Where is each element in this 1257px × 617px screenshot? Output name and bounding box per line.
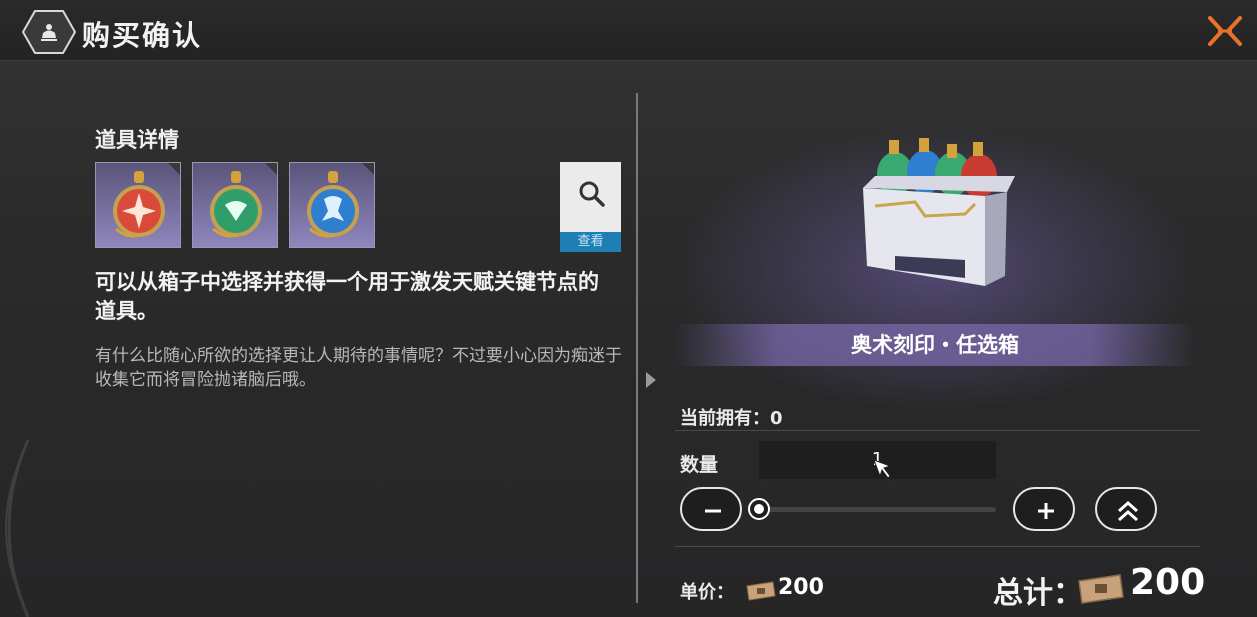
pointer-cursor-icon xyxy=(873,459,892,479)
panel-divider xyxy=(636,93,638,603)
green-seal-icon xyxy=(210,171,262,238)
back-hex-icon[interactable] xyxy=(22,9,76,55)
close-icon[interactable] xyxy=(1206,12,1244,50)
owned-count: 当前拥有：0 xyxy=(680,404,783,430)
increase-button[interactable] xyxy=(1013,487,1075,531)
decrease-button[interactable] xyxy=(680,487,742,531)
quantity-slider-handle[interactable] xyxy=(748,498,770,520)
quantity-label: 数量 xyxy=(680,454,719,476)
view-button-label: 查看 xyxy=(560,232,621,252)
item-option-red[interactable] xyxy=(95,162,181,248)
red-seal-icon xyxy=(113,171,165,238)
unit-price-value: 200 xyxy=(778,575,824,600)
plus-icon xyxy=(1038,503,1054,519)
side-ornament-icon xyxy=(5,440,30,617)
top-bar: 购买确认 xyxy=(0,0,1257,61)
chest-icon xyxy=(863,138,1015,286)
item-detail-heading: 道具详情 xyxy=(95,128,179,152)
ticket-currency-icon xyxy=(1078,574,1124,604)
total-value: 200 xyxy=(1130,562,1206,603)
divider-arrow-icon xyxy=(646,372,656,388)
unit-price-label: 单价： xyxy=(680,582,734,603)
item-name-banner: 奥术刻印・任选箱 xyxy=(675,324,1195,366)
owned-value: 0 xyxy=(770,408,783,429)
item-option-blue[interactable] xyxy=(289,162,375,248)
item-description: 可以从箱子中选择并获得一个用于激发天赋关键节点的道具。 xyxy=(95,270,599,323)
page-title: 购买确认 xyxy=(82,19,203,52)
view-button[interactable]: 查看 xyxy=(560,162,621,252)
quantity-slider[interactable] xyxy=(760,507,996,512)
minus-icon xyxy=(705,509,721,513)
item-option-green[interactable] xyxy=(192,162,278,248)
separator-line xyxy=(675,430,1200,431)
total-label: 总计： xyxy=(993,576,1083,611)
ticket-currency-icon xyxy=(746,581,776,601)
owned-label: 当前拥有： xyxy=(680,408,770,429)
item-flavor-text: 有什么比随心所欲的选择更让人期待的事情呢？不过要小心因为痴迷于收集它而将冒险抛诸… xyxy=(95,346,622,390)
max-button[interactable] xyxy=(1095,487,1157,531)
magnifier-icon xyxy=(579,181,605,207)
blue-seal-icon xyxy=(307,171,359,238)
item-name: 奥术刻印・任选箱 xyxy=(851,333,1019,357)
double-chevron-up-icon xyxy=(1118,500,1138,522)
separator-line xyxy=(675,546,1200,547)
